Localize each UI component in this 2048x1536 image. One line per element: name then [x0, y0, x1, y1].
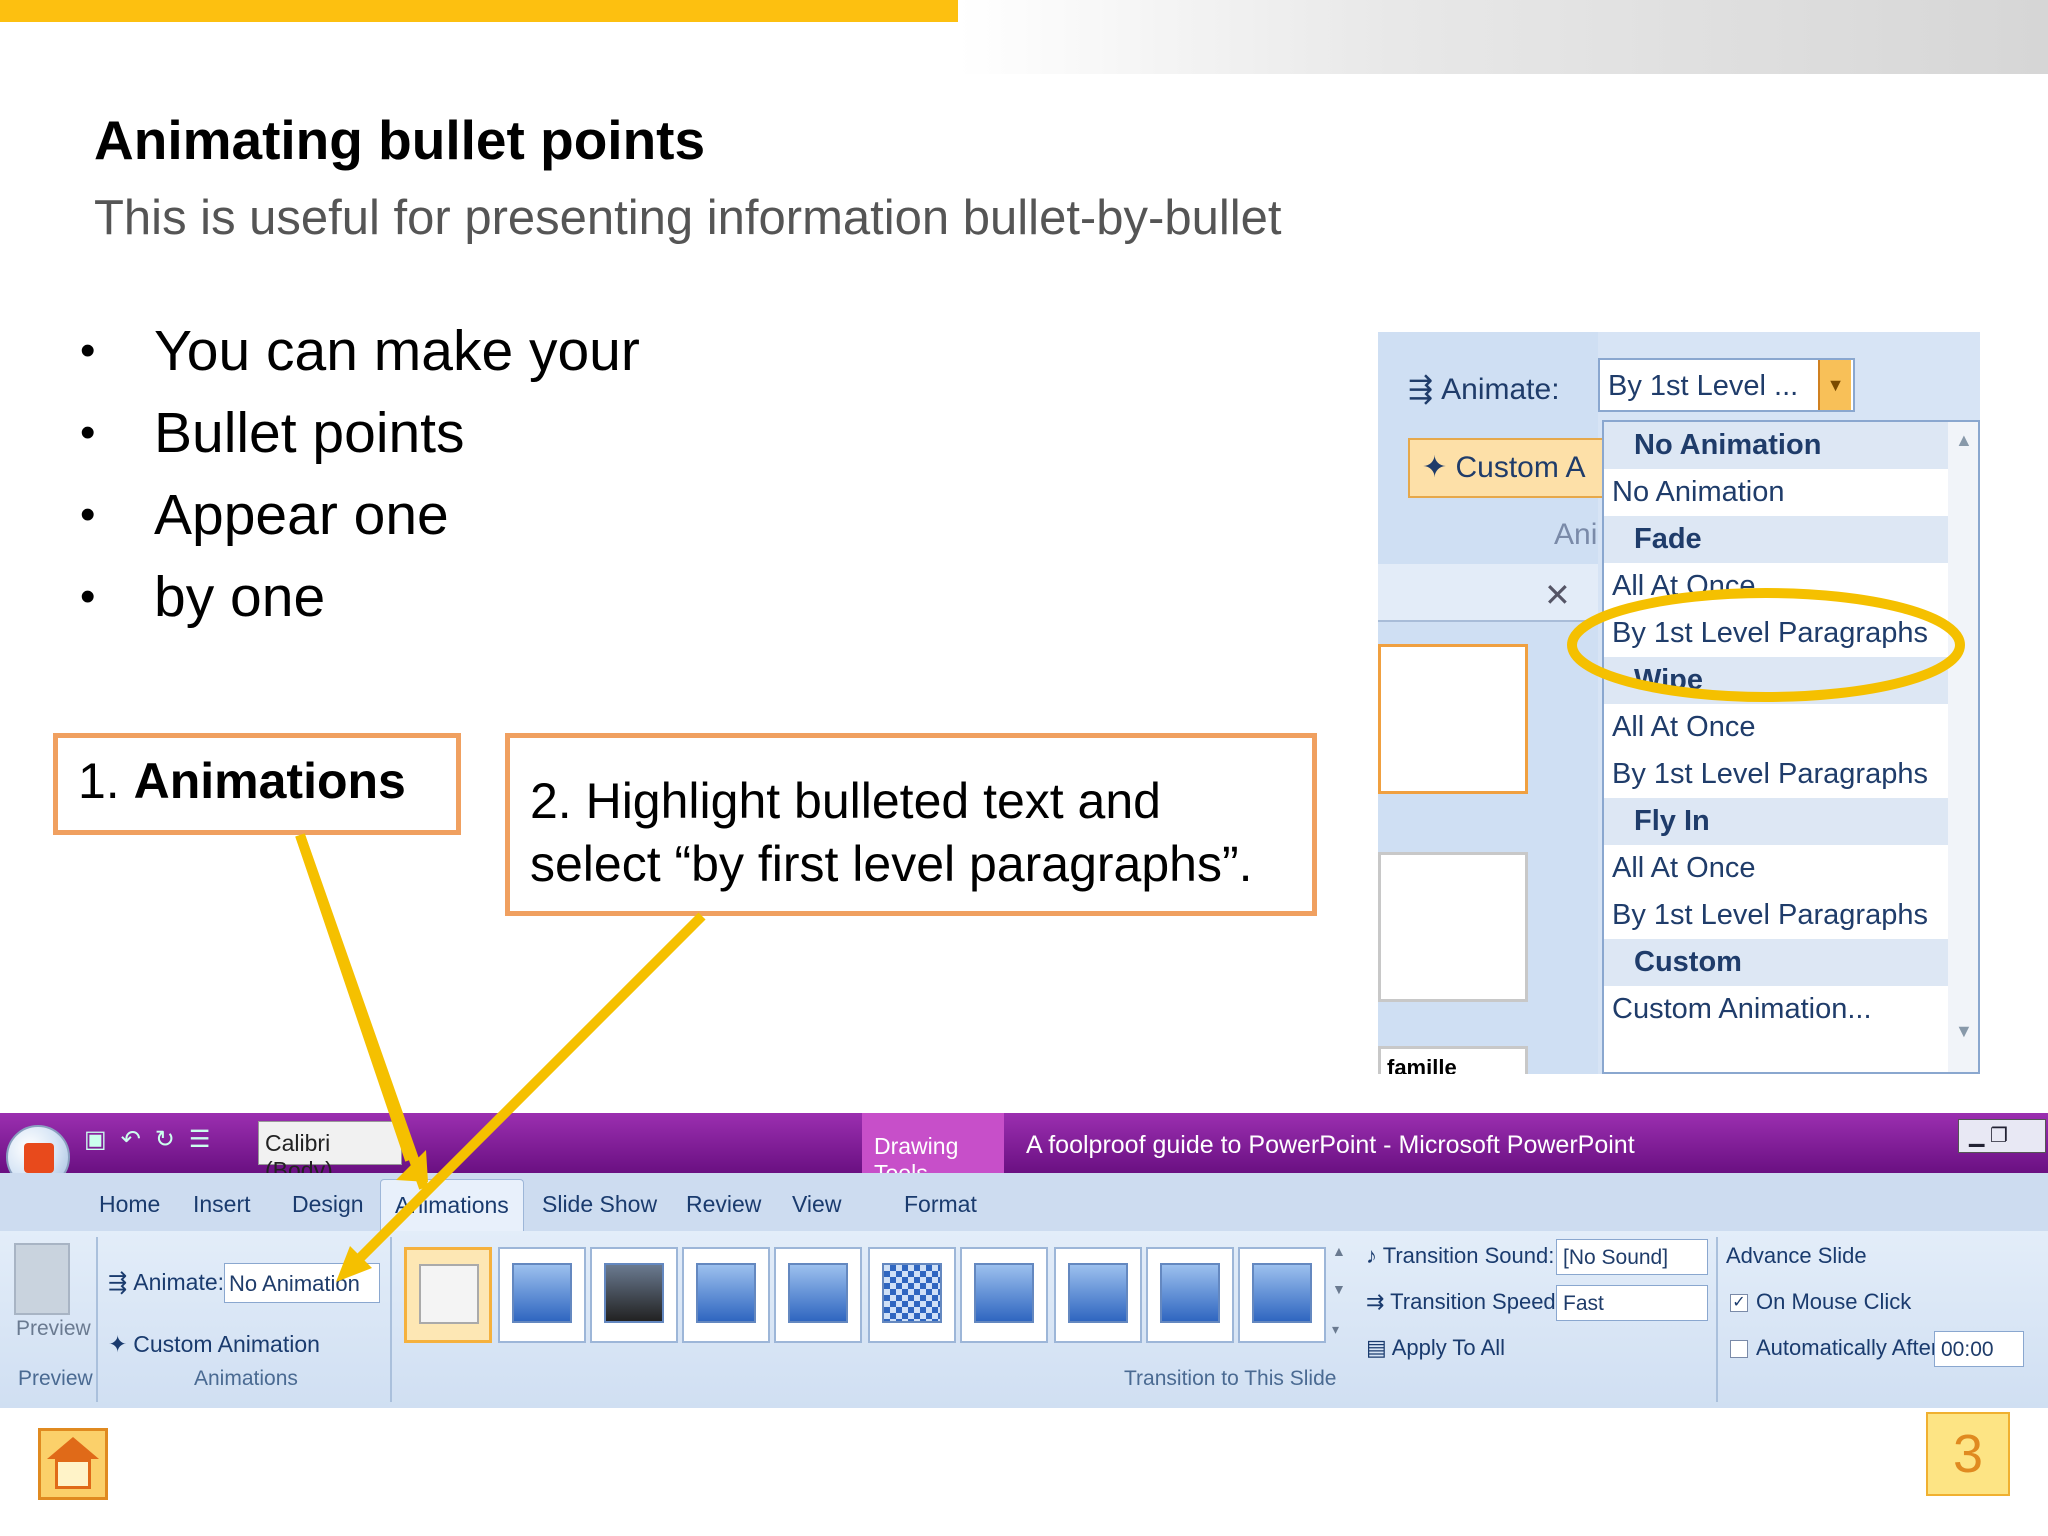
annotation-overlay — [295, 588, 1965, 1282]
page-number: 3 — [1926, 1412, 2010, 1496]
highlight-ellipse — [1567, 588, 1965, 702]
home-icon-body — [55, 1459, 91, 1489]
arrow-to-animate-combo — [352, 912, 706, 1266]
home-icon — [47, 1437, 99, 1459]
home-button[interactable] — [38, 1428, 108, 1500]
arrow-shaft — [295, 833, 415, 1162]
